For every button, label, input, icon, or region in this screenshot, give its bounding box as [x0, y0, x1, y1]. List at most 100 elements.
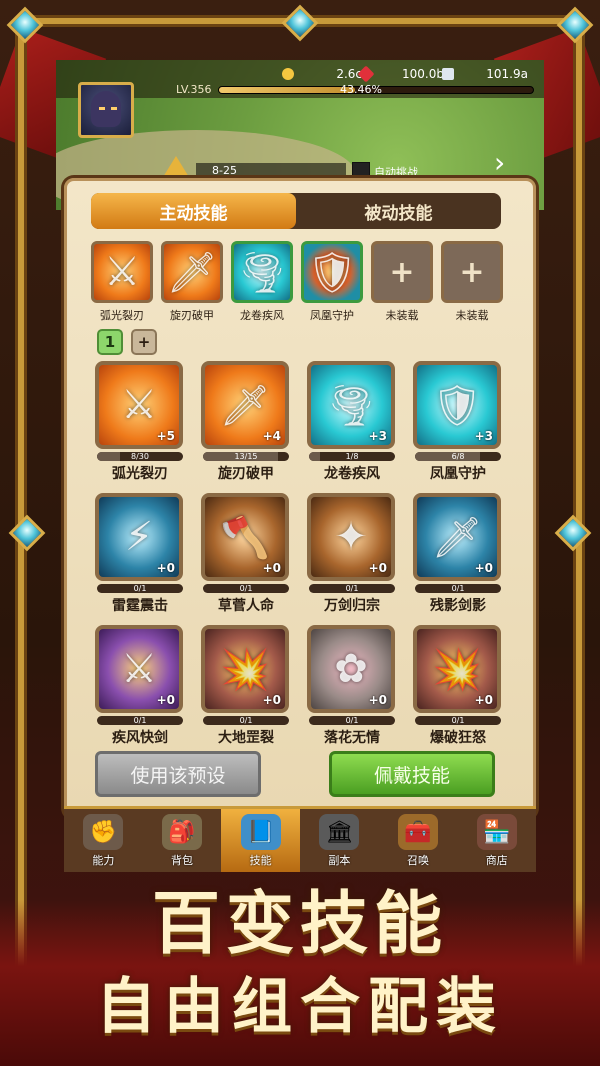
equip-slot[interactable]: 🛡 凤凰守护 [301, 241, 363, 323]
equip-slot-label: 未装载 [385, 309, 419, 322]
preset-selector: 1 + [97, 329, 157, 355]
arc-sword-icon: ⚔ +5 [95, 361, 183, 449]
skill-progress-text: 0/1 [451, 584, 465, 593]
skill-progress-bar: 0/1 [203, 716, 289, 725]
skill-book-icon: 📘 [240, 814, 281, 850]
arc-sword-icon: ⚔ [91, 241, 153, 303]
skill-card[interactable]: 💥 +0 0/1 爆破狂怒 [413, 625, 503, 747]
diamond-icon [442, 68, 454, 80]
equip-slot-label: 龙卷疾风 [240, 309, 284, 322]
skill-name: 落花无情 [324, 730, 380, 746]
skill-name: 残影剑影 [430, 598, 486, 614]
skill-name: 龙卷疾风 [324, 466, 380, 482]
equip-slot-label: 未装载 [455, 309, 489, 322]
skill-progress-text: 8/30 [131, 452, 149, 461]
skill-name: 旋刃破甲 [218, 466, 274, 482]
skill-upgrade-count: +0 [368, 561, 387, 575]
scarecrow-icon: 🪓 +0 [201, 493, 289, 581]
shop-icon: 🏪 [476, 814, 517, 850]
player-level: LV.356 [176, 83, 212, 96]
skill-card[interactable]: ✿ +0 0/1 落花无情 [307, 625, 397, 747]
tornado-icon: 🌪 [231, 241, 293, 303]
plus-icon: + [441, 241, 503, 303]
skill-name: 爆破狂怒 [430, 730, 486, 746]
skill-upgrade-count: +0 [474, 561, 493, 575]
gold-value: 2.6c [336, 67, 362, 81]
equip-slot[interactable]: 🗡 旋刃破甲 [161, 241, 223, 323]
promo-subtitle: 自由组合配装 [96, 972, 504, 1042]
skill-name: 疾风快剑 [112, 730, 168, 746]
gem-resource: 101.9a [442, 64, 528, 84]
skill-upgrade-count: +5 [156, 429, 175, 443]
explosion-icon: 💥 +0 [413, 625, 501, 713]
skill-card[interactable]: 🪓 +0 0/1 草菅人命 [201, 493, 291, 615]
player-avatar[interactable] [78, 82, 134, 138]
equip-slot-label: 凤凰守护 [310, 309, 354, 322]
tab-active-skills[interactable]: 主动技能 [91, 193, 296, 229]
exp-percent: 43.46% [340, 83, 382, 96]
skill-card[interactable]: ⚔ +5 8/30 弧光裂刃 [95, 361, 185, 483]
skill-progress-bar: 0/1 [309, 716, 395, 725]
shadow-blade-icon: 🗡 +0 [413, 493, 501, 581]
equip-slot-empty[interactable]: + 未装载 [371, 241, 433, 323]
skill-upgrade-count: +0 [262, 693, 281, 707]
skill-name: 草菅人命 [218, 598, 274, 614]
gold-coin-icon [282, 68, 294, 80]
skill-card[interactable]: ⚔ +0 0/1 疾风快剑 [95, 625, 185, 747]
ruby-value: 100.0b [402, 67, 444, 81]
stage-label: 8-25 [196, 163, 346, 179]
skill-card[interactable]: 🗡 +0 0/1 残影剑影 [413, 493, 503, 615]
backpack-icon: 🎒 [162, 814, 202, 850]
skill-card[interactable]: 💥 +0 0/1 大地罡裂 [201, 625, 291, 747]
skill-name: 大地罡裂 [218, 730, 274, 746]
skill-progress-bar: 0/1 [415, 584, 501, 593]
skill-name: 弧光裂刃 [112, 466, 168, 482]
skill-upgrade-count: +0 [262, 561, 281, 575]
tornado-icon: 🌪 +3 [307, 361, 395, 449]
use-preset-button[interactable]: 使用该预设 [95, 751, 261, 797]
flower-icon: ✿ +0 [307, 625, 395, 713]
skill-progress-text: 6/8 [451, 452, 465, 461]
skill-progress-text: 0/1 [345, 716, 359, 725]
skill-progress-bar: 8/30 [97, 452, 183, 461]
skill-card[interactable]: 🗡 +4 13/15 旋刃破甲 [201, 361, 291, 483]
phoenix-shield-icon: 🛡 +3 [413, 361, 501, 449]
skill-progress-text: 13/15 [234, 452, 258, 461]
gold-resource: 2.6c [282, 64, 362, 84]
spin-blade-icon: 🗡 [161, 241, 223, 303]
skill-progress-text: 0/1 [239, 584, 253, 593]
skill-grid: ⚔ +5 8/30 弧光裂刃 🗡 +4 13/15 旋刃破甲 🌪 +3 1/8 龙卷疾风 🛡 +3 6/8 凤… [95, 361, 503, 747]
skill-progress-bar: 6/8 [415, 452, 501, 461]
skill-progress-text: 0/1 [345, 584, 359, 593]
skill-progress-bar: 1/8 [309, 452, 395, 461]
skill-card[interactable]: ✦ +0 0/1 万剑归宗 [307, 493, 397, 615]
skill-card[interactable]: ⚡ +0 0/1 雷霆震击 [95, 493, 185, 615]
skill-progress-bar: 0/1 [203, 584, 289, 593]
skill-upgrade-count: +0 [474, 693, 493, 707]
equip-slot[interactable]: ⚔ 弧光裂刃 [91, 241, 153, 323]
skill-tabs: 主动技能 被动技能 [91, 193, 501, 229]
skill-progress-text: 0/1 [133, 584, 147, 593]
skill-progress-text: 0/1 [133, 716, 147, 725]
earth-crack-icon: 💥 +0 [201, 625, 289, 713]
fist-icon: ✊ [83, 814, 124, 850]
preset-1-button[interactable]: 1 [97, 329, 123, 355]
chevron-right-icon[interactable]: › [494, 146, 505, 179]
skill-card[interactable]: 🌪 +3 1/8 龙卷疾风 [307, 361, 397, 483]
equip-skill-button[interactable]: 佩戴技能 [329, 751, 495, 797]
equipped-slots: ⚔ 弧光裂刃 🗡 旋刃破甲 🌪 龙卷疾风 🛡 凤凰守护 + 未装载 + 未装载 [91, 241, 503, 323]
equip-slot[interactable]: 🌪 龙卷疾风 [231, 241, 293, 323]
equip-slot-empty[interactable]: + 未装载 [441, 241, 503, 323]
gem-value: 101.9a [486, 67, 528, 81]
thunder-icon: ⚡ +0 [95, 493, 183, 581]
tab-passive-skills[interactable]: 被动技能 [296, 193, 501, 229]
skill-progress-bar: 0/1 [97, 584, 183, 593]
exp-bar-fill [219, 87, 356, 93]
skill-upgrade-count: +4 [262, 429, 281, 443]
skill-progress-text: 0/1 [451, 716, 465, 725]
add-preset-button[interactable]: + [131, 329, 157, 355]
skill-progress-bar: 0/1 [97, 716, 183, 725]
skill-upgrade-count: +0 [156, 693, 175, 707]
skill-card[interactable]: 🛡 +3 6/8 凤凰守护 [413, 361, 503, 483]
treasure-chest-icon: 🧰 [398, 814, 439, 850]
